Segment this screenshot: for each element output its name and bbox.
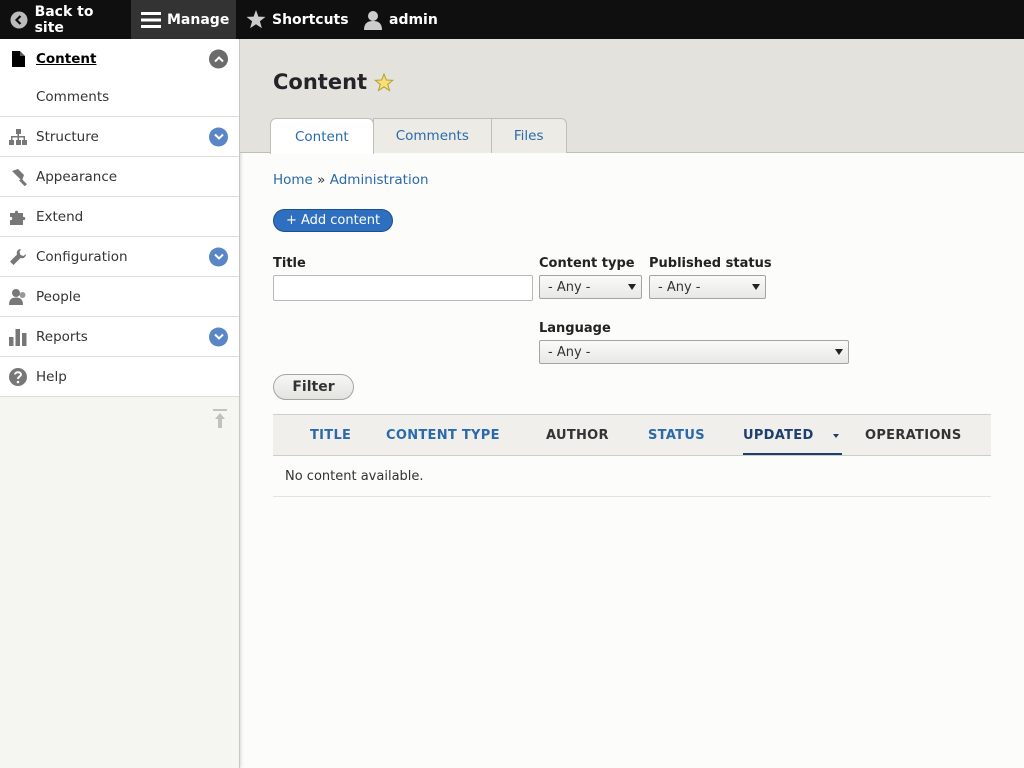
sidebar-item-reports[interactable]: Reports	[0, 317, 239, 357]
star-icon	[246, 10, 266, 30]
breadcrumb-separator: »	[317, 172, 326, 188]
file-icon	[9, 50, 27, 68]
page-title-text: Content	[273, 70, 368, 94]
manage-tab[interactable]: Manage	[131, 0, 236, 39]
arrow-left-circle-icon	[10, 10, 29, 30]
tab-files[interactable]: Files	[490, 118, 567, 153]
sitemap-icon	[9, 128, 27, 146]
page-header: Content Content Comments Files	[240, 39, 1024, 154]
sidebar-item-label: Comments	[36, 89, 110, 105]
column-operations: OPERATIONS	[865, 428, 962, 443]
content-type-select[interactable]: - Any -	[539, 275, 642, 299]
user-icon	[363, 10, 383, 30]
shortcuts-tab[interactable]: Shortcuts	[236, 0, 353, 39]
column-author: AUTHOR	[546, 428, 609, 443]
title-filter-input[interactable]	[273, 275, 533, 301]
sidebar-item-content[interactable]: Content	[0, 39, 239, 78]
title-filter-label: Title	[273, 256, 306, 271]
filter-button[interactable]: Filter	[273, 374, 354, 400]
user-tab[interactable]: admin	[353, 0, 453, 39]
sidebar-item-label: Extend	[36, 208, 84, 225]
chevron-down-icon[interactable]	[209, 247, 228, 266]
language-filter-label: Language	[539, 321, 611, 336]
language-select[interactable]: - Any -	[539, 340, 849, 364]
content-type-filter-label: Content type	[539, 256, 635, 271]
content-table: TITLE CONTENT TYPE AUTHOR STATUS UPDATED…	[273, 414, 991, 497]
tab-content[interactable]: Content	[270, 118, 374, 154]
shortcuts-label: Shortcuts	[272, 11, 349, 28]
sidebar-orientation-toggle-icon[interactable]	[212, 409, 228, 429]
sidebar-item-label: Content	[36, 50, 97, 67]
sidebar-item-label: Help	[36, 368, 67, 385]
sidebar-item-comments[interactable]: Comments	[0, 78, 239, 117]
manage-label: Manage	[167, 11, 230, 28]
user-label: admin	[389, 11, 438, 28]
add-content-button[interactable]: + Add content	[273, 209, 393, 232]
column-status[interactable]: STATUS	[648, 428, 705, 443]
sidebar-item-label: Reports	[36, 328, 88, 345]
sidebar-item-label: Configuration	[36, 248, 128, 265]
wrench-icon	[9, 248, 27, 266]
content-type-select-value: - Any -	[548, 279, 591, 295]
active-sort-indicator	[743, 453, 842, 455]
sidebar-item-help[interactable]: Help	[0, 357, 239, 397]
caret-down-icon	[752, 284, 760, 290]
back-to-site-link[interactable]: Back to site	[0, 0, 131, 39]
breadcrumb: Home » Administration	[273, 172, 429, 188]
column-title[interactable]: TITLE	[310, 428, 351, 443]
page-title: Content	[273, 70, 395, 94]
published-status-filter-label: Published status	[649, 256, 772, 271]
sidebar-item-label: Appearance	[36, 168, 118, 185]
sidebar-item-label: People	[36, 288, 81, 305]
sidebar-item-people[interactable]: People	[0, 277, 239, 317]
caret-down-icon	[835, 349, 843, 355]
caret-down-icon	[628, 284, 636, 290]
people-icon	[9, 288, 27, 306]
chevron-up-icon[interactable]	[209, 49, 228, 68]
sidebar-item-label: Structure	[36, 128, 99, 145]
column-updated[interactable]: UPDATED	[743, 428, 814, 443]
language-select-value: - Any -	[548, 344, 591, 360]
published-status-select-value: - Any -	[658, 279, 701, 295]
hamburger-icon	[141, 10, 161, 30]
primary-tabs: Content Comments Files	[270, 118, 567, 154]
help-icon	[9, 367, 27, 386]
sidebar-item-extend[interactable]: Extend	[0, 197, 239, 237]
published-status-select[interactable]: - Any -	[649, 275, 766, 299]
column-content-type[interactable]: CONTENT TYPE	[386, 428, 500, 443]
tab-comments[interactable]: Comments	[372, 118, 492, 153]
shortcut-star-icon[interactable]	[374, 72, 395, 92]
breadcrumb-home-link[interactable]: Home	[273, 172, 313, 188]
chevron-down-icon[interactable]	[209, 127, 228, 146]
sidebar-item-structure[interactable]: Structure	[0, 117, 239, 157]
breadcrumb-administration-link[interactable]: Administration	[330, 172, 429, 188]
chevron-down-icon[interactable]	[209, 327, 228, 346]
sort-descending-icon	[833, 434, 839, 438]
paintbrush-icon	[9, 168, 27, 186]
back-to-site-label: Back to site	[34, 3, 94, 36]
sidebar-item-configuration[interactable]: Configuration	[0, 237, 239, 277]
sidebar-item-appearance[interactable]: Appearance	[0, 157, 239, 197]
table-empty-row: No content available.	[273, 456, 991, 497]
admin-sidebar: Content Comments Structure Appearance Ex…	[0, 39, 240, 768]
main-content: Content Content Comments Files Home » Ad…	[240, 39, 1024, 768]
table-header: TITLE CONTENT TYPE AUTHOR STATUS UPDATED…	[273, 414, 991, 456]
admin-toolbar: Back to site Manage Shortcuts admin	[0, 0, 1024, 39]
puzzle-icon	[9, 208, 27, 226]
bar-chart-icon	[9, 328, 27, 346]
